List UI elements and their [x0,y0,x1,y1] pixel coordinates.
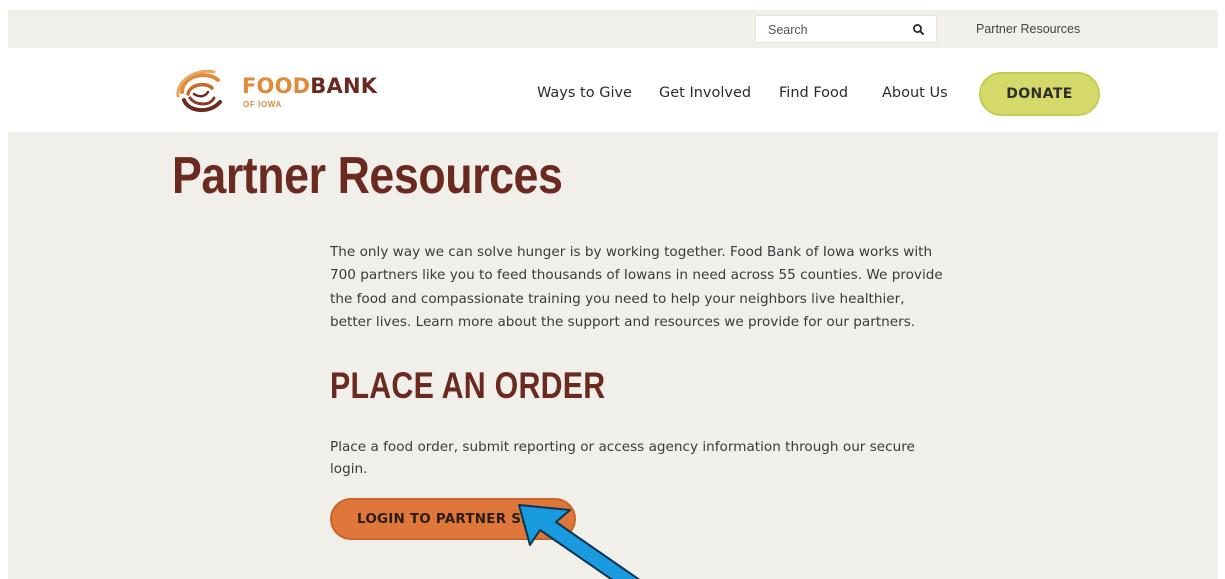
search-box [755,15,937,43]
main-navigation: FOODBANK OF IOWA Ways to Give Get Involv… [8,48,1218,132]
page-frame: Partner Resources FOODBANK OF IOWA Ways … [8,10,1218,579]
login-partner-site-button[interactable]: LOGIN TO PARTNER SITE [330,498,576,540]
donate-button[interactable]: DONATE [979,72,1100,116]
utility-bar: Partner Resources [8,10,1218,48]
nav-get-involved[interactable]: Get Involved [659,85,751,101]
logo-subtitle: OF IOWA [243,100,282,109]
intro-paragraph: The only way we can solve hunger is by w… [330,244,943,330]
nav-find-food[interactable]: Find Food [779,85,848,101]
search-icon[interactable] [910,21,928,39]
foodbank-logo[interactable]: FOODBANK OF IOWA [170,62,380,118]
logo-wordmark: FOODBANK [242,74,377,98]
nav-about-us[interactable]: About Us [882,85,948,101]
search-input[interactable] [768,21,898,39]
place-order-heading: PLACE AN ORDER [330,365,606,406]
place-order-text: Place a food order, submit reporting or … [330,439,915,477]
swirl-logo-icon [176,69,222,112]
page-title: Partner Resources [172,147,563,205]
logo-word-bank: BANK [310,74,378,98]
nav-ways-to-give[interactable]: Ways to Give [537,85,632,101]
partner-resources-link[interactable]: Partner Resources [976,22,1080,36]
logo-word-food: FOOD [242,74,311,98]
